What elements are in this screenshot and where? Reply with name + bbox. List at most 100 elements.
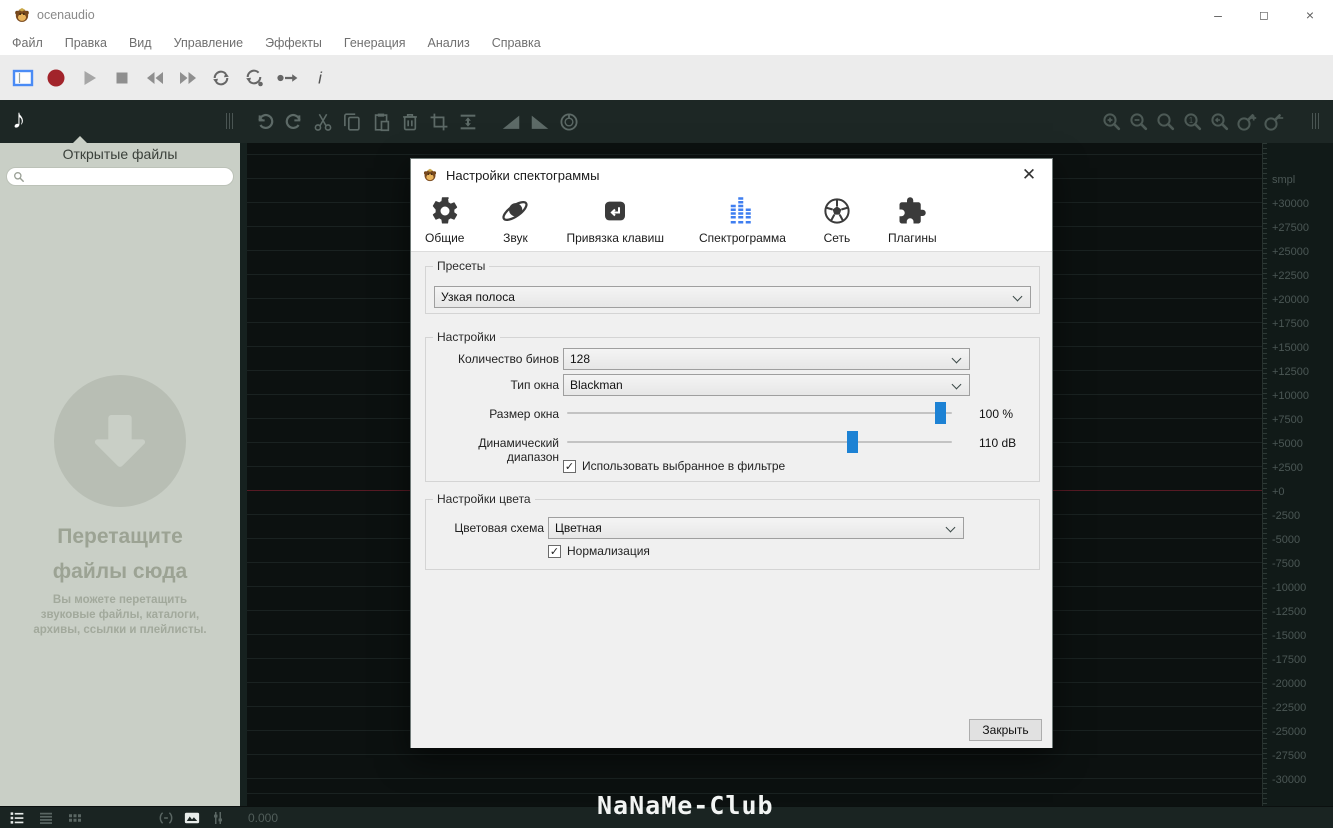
menu-item-3[interactable]: Вид — [118, 36, 163, 50]
tab-general[interactable]: Общие — [421, 193, 468, 247]
svg-text:1: 1 — [1188, 116, 1193, 125]
ruler-label: -2500 — [1272, 510, 1300, 522]
normalize-checkbox[interactable]: ✓ Нормализация — [548, 544, 650, 558]
keybindings-icon — [599, 195, 631, 227]
ruler-label: smpl — [1272, 174, 1295, 186]
trim-icon[interactable] — [428, 111, 450, 133]
use-selection-checkbox[interactable]: ✓ Использовать выбранное в фильтре — [563, 459, 785, 473]
tab-plugins[interactable]: Плагины — [884, 193, 941, 247]
gain-icon[interactable] — [558, 111, 580, 133]
minimize-button[interactable]: – — [1195, 0, 1241, 30]
menu-item-4[interactable]: Управление — [163, 36, 255, 50]
music-note-icon[interactable]: ♪ — [12, 104, 26, 135]
checkbox-checked[interactable]: ✓ — [563, 460, 576, 473]
info-button[interactable]: i — [308, 66, 332, 90]
window-size-slider[interactable] — [567, 402, 952, 424]
menu-item-6[interactable]: Генерация — [333, 36, 417, 50]
preview-toggle-icon[interactable] — [183, 809, 201, 827]
tab-spectrogram[interactable]: Спектрограмма — [695, 193, 790, 247]
cut-icon[interactable] — [312, 111, 334, 133]
copy-icon[interactable] — [341, 111, 363, 133]
normalize-icon[interactable] — [457, 111, 479, 133]
redo-icon[interactable] — [283, 111, 305, 133]
ruler-label: -30000 — [1272, 774, 1306, 786]
paste-icon[interactable] — [370, 111, 392, 133]
dialog-close-button[interactable]: Закрыть — [969, 719, 1042, 741]
maximize-button[interactable]: ◻ — [1241, 0, 1287, 30]
zoom-selection-icon[interactable] — [1209, 111, 1231, 133]
window-controls: – ◻ × — [1195, 0, 1333, 30]
dynamic-range-slider[interactable] — [567, 431, 952, 453]
menu-item-1[interactable]: Файл — [1, 36, 54, 50]
slider-handle[interactable] — [847, 431, 858, 453]
zoom-out-icon[interactable] — [1128, 111, 1150, 133]
toolbar-grip-right[interactable] — [1312, 113, 1319, 129]
tab-sound[interactable]: Звук — [495, 193, 535, 247]
menu-item-5[interactable]: Эффекты — [254, 36, 333, 50]
drop-files-target[interactable] — [54, 375, 186, 507]
tab-label: Спектрограмма — [699, 231, 786, 245]
channels-icon[interactable] — [209, 809, 227, 827]
chevron-down-icon — [952, 380, 962, 390]
ruler-label: -27500 — [1272, 750, 1306, 762]
dropzone-subtitle: архивы, ссылки и плейлисты. — [0, 623, 240, 638]
toolbar-grip[interactable] — [226, 113, 233, 129]
ruler-label: +2500 — [1272, 462, 1303, 474]
ruler-label: +20000 — [1272, 294, 1309, 306]
view-grid-icon[interactable] — [66, 809, 84, 827]
checkbox-checked[interactable]: ✓ — [548, 545, 561, 558]
transport-buttons: i — [6, 55, 336, 100]
zoom-one-icon[interactable]: 1 — [1182, 111, 1204, 133]
color-settings-group: Настройки цвета Цветовая схема Цветная ✓… — [425, 499, 1040, 570]
link-selection-icon[interactable] — [157, 809, 175, 827]
dynamic-range-value: 110 dB — [979, 436, 1016, 450]
view-list-icon[interactable] — [8, 809, 26, 827]
undo-icon[interactable] — [254, 111, 276, 133]
ruler-label: -25000 — [1272, 726, 1306, 738]
loop-button[interactable] — [209, 66, 233, 90]
vertical-zoom-in-icon[interactable] — [1236, 111, 1258, 133]
dropzone-title: файлы сюда — [0, 560, 240, 584]
zoom-buttons: 1 — [1098, 100, 1287, 143]
rewind-button[interactable] — [143, 66, 167, 90]
fade-out-icon[interactable] — [529, 111, 551, 133]
color-scheme-label: Цветовая схема — [426, 521, 544, 535]
fast-forward-button[interactable] — [176, 66, 200, 90]
ruler-ticks — [1263, 143, 1267, 806]
slider-handle[interactable] — [935, 402, 946, 424]
color-scheme-select[interactable]: Цветная — [548, 517, 964, 539]
zoom-in-icon[interactable] — [1101, 111, 1123, 133]
window-size-label: Размер окна — [426, 407, 559, 421]
view-rows-icon[interactable] — [37, 809, 55, 827]
play-selection-button[interactable] — [275, 66, 299, 90]
window-type-select[interactable]: Blackman — [563, 374, 970, 396]
file-search-input[interactable] — [6, 167, 234, 186]
open-files-panel: Открытые файлы Перетащите файлы сюда Вы … — [0, 143, 240, 806]
dialog-close-icon[interactable]: ✕ — [1018, 164, 1040, 186]
menu-item-8[interactable]: Справка — [481, 36, 552, 50]
bins-select[interactable]: 128 — [563, 348, 970, 370]
ruler-label: -7500 — [1272, 558, 1300, 570]
close-button[interactable]: × — [1287, 0, 1333, 30]
tab-keybindings[interactable]: Привязка клавиш — [562, 193, 668, 247]
edit-buttons — [250, 100, 584, 143]
app-icon — [422, 167, 438, 183]
record-button[interactable] — [44, 66, 68, 90]
vertical-zoom-out-icon[interactable] — [1263, 111, 1285, 133]
ruler-label: +15000 — [1272, 342, 1309, 354]
tab-label: Сеть — [824, 231, 851, 245]
ruler-label: +27500 — [1272, 222, 1309, 234]
stop-button[interactable] — [110, 66, 134, 90]
menu-item-2[interactable]: Правка — [54, 36, 118, 50]
selection-tool-icon[interactable] — [11, 66, 35, 90]
play-button[interactable] — [77, 66, 101, 90]
ruler-label: +5000 — [1272, 438, 1303, 450]
zoom-fit-icon[interactable] — [1155, 111, 1177, 133]
preset-select[interactable]: Узкая полоса — [434, 286, 1031, 308]
delete-icon[interactable] — [399, 111, 421, 133]
loop-once-button[interactable] — [242, 66, 266, 90]
menu-item-7[interactable]: Анализ — [416, 36, 480, 50]
fade-in-icon[interactable] — [500, 111, 522, 133]
tab-network[interactable]: Сеть — [817, 193, 857, 247]
chevron-down-icon — [1013, 292, 1023, 302]
